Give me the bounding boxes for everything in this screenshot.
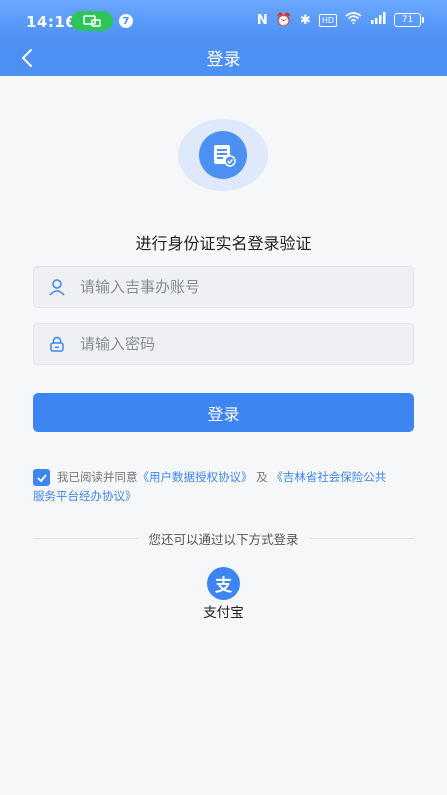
login-button[interactable]: 登录 bbox=[33, 393, 414, 432]
alipay-label[interactable]: 支付宝 bbox=[0, 601, 447, 621]
agreement-prefix: 我已阅读并同意 bbox=[57, 470, 138, 484]
service-agreement-link[interactable]: 《吉林省社会保险公共 bbox=[271, 470, 386, 484]
alarm-icon: ⏰ bbox=[275, 12, 292, 28]
account-field[interactable] bbox=[33, 266, 414, 308]
password-field[interactable] bbox=[33, 323, 414, 365]
hd-icon: HD bbox=[318, 13, 337, 27]
agreement-row: 我已阅读并同意《用户数据授权协议》 及 《吉林省社会保险公共 服务平台经办协议》 bbox=[33, 468, 423, 506]
page-title: 登录 bbox=[206, 50, 241, 70]
status-icons: N ⏰ ✱ HD 71 bbox=[256, 12, 424, 28]
alipay-glyph: 支 bbox=[215, 576, 232, 596]
status-time: 14:16 bbox=[26, 13, 77, 31]
user-data-agreement-link[interactable]: 《用户数据授权协议》 bbox=[138, 470, 253, 484]
lock-icon bbox=[50, 336, 64, 352]
agreement-conjunction: 及 bbox=[256, 470, 268, 484]
divider-line bbox=[33, 537, 139, 539]
user-icon bbox=[49, 279, 65, 296]
bluetooth-icon: ✱ bbox=[299, 12, 311, 28]
verification-hero bbox=[178, 119, 268, 191]
check-icon bbox=[36, 473, 47, 482]
alt-login-text: 您还可以通过以下方式登录 bbox=[148, 531, 299, 547]
notification-badge: 7 bbox=[119, 14, 133, 28]
nfc-icon: N bbox=[256, 12, 268, 28]
status-bar: 14:16 7 N ⏰ ✱ HD 71 bbox=[0, 0, 447, 40]
screen-cast-icon bbox=[71, 11, 113, 31]
password-input[interactable] bbox=[80, 335, 380, 353]
nav-bar: 登录 bbox=[0, 40, 447, 76]
alipay-icon[interactable]: 支 bbox=[207, 567, 240, 600]
service-agreement-link-cont[interactable]: 服务平台经办协议》 bbox=[33, 487, 423, 506]
alt-login-divider: 您还可以通过以下方式登录 bbox=[33, 528, 415, 548]
signal-icon bbox=[370, 12, 386, 28]
agree-checkbox[interactable] bbox=[33, 469, 50, 486]
divider-line bbox=[308, 537, 415, 539]
id-verify-icon bbox=[199, 131, 247, 179]
account-input[interactable] bbox=[80, 278, 380, 296]
wifi-icon bbox=[345, 12, 362, 28]
headline: 进行身份证实名登录验证 bbox=[135, 234, 312, 253]
battery-icon: 71 bbox=[394, 13, 424, 27]
